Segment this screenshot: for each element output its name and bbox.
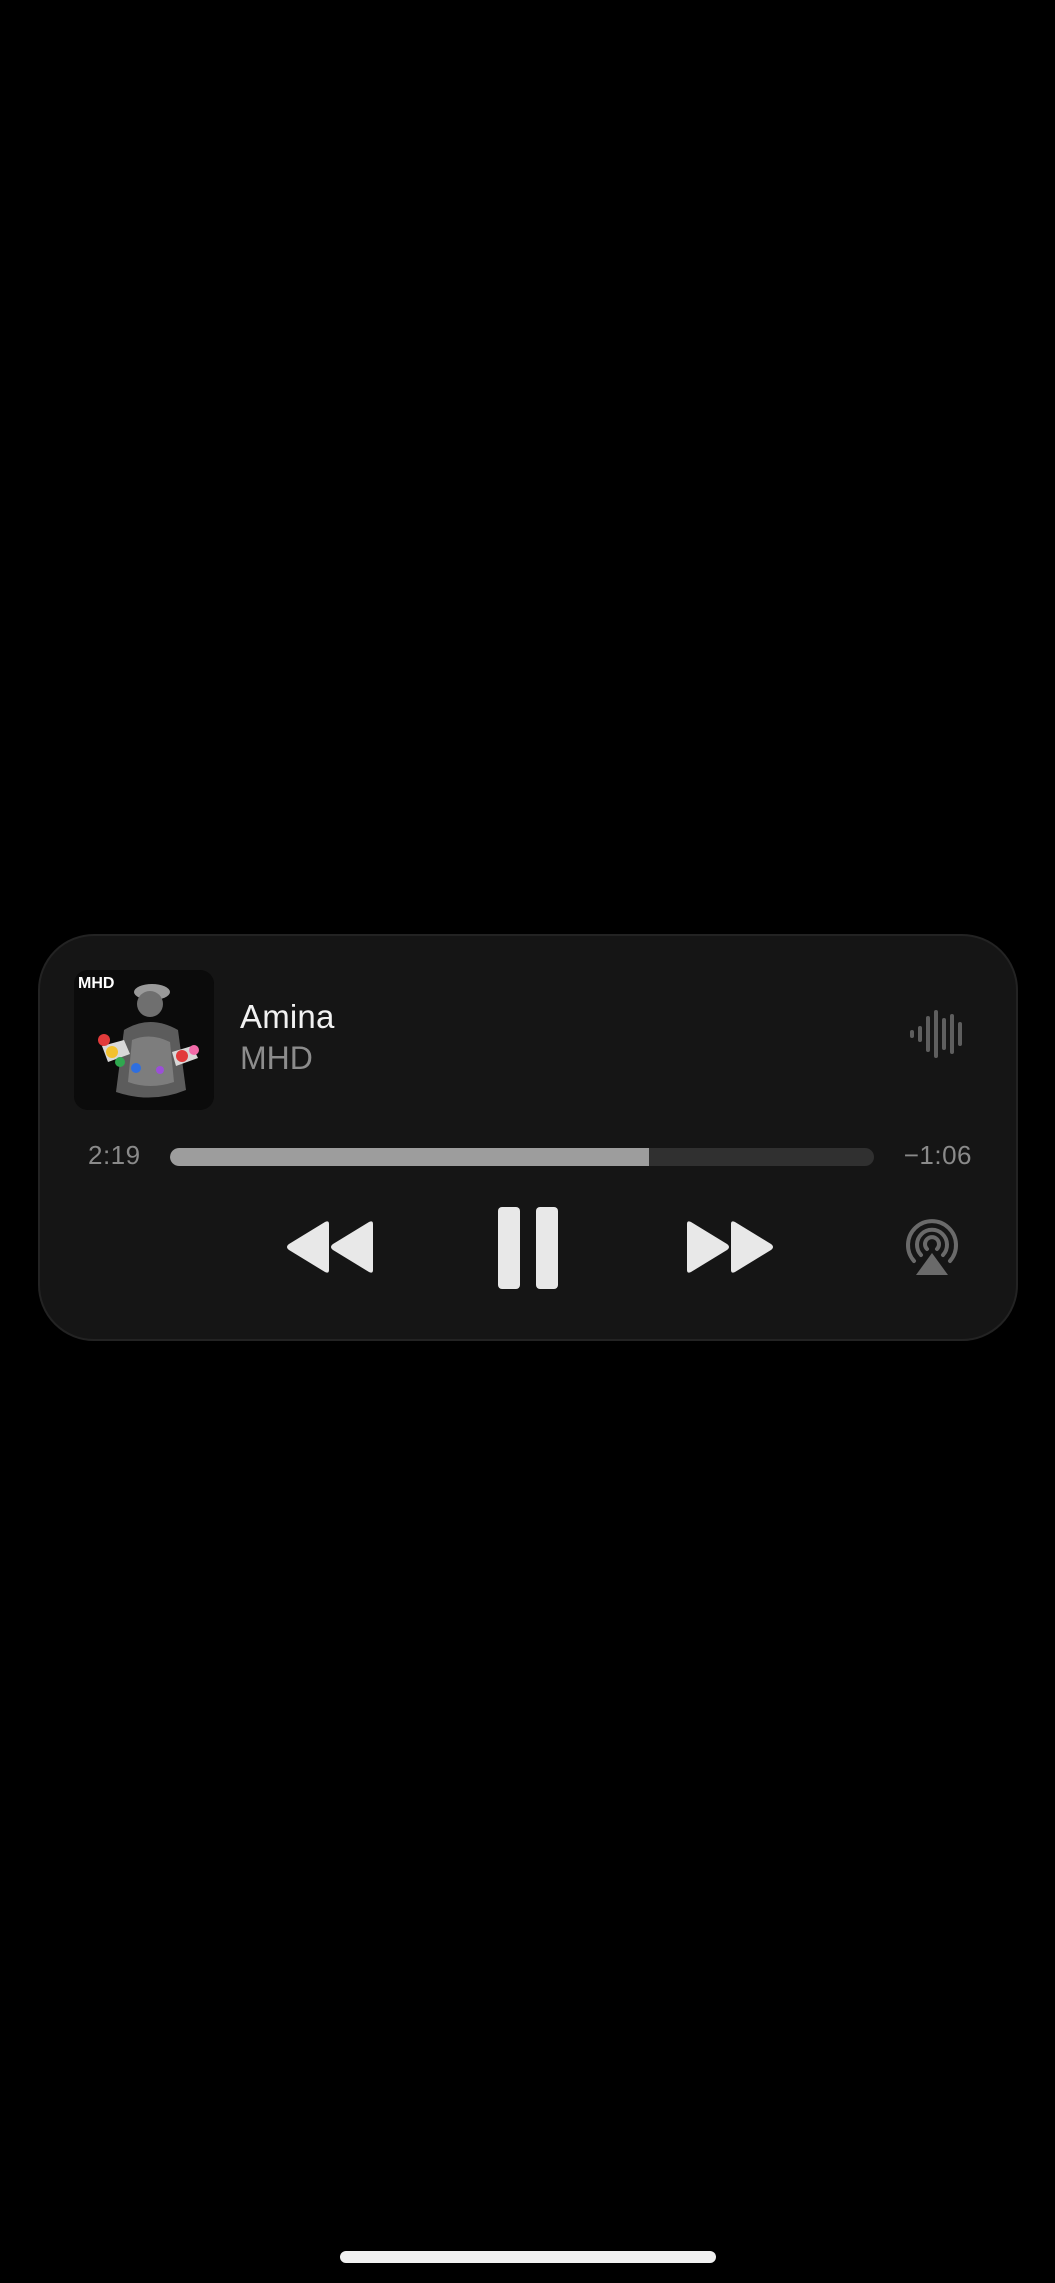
remaining-time: −1:06 — [903, 1140, 972, 1170]
song-title[interactable]: Amina — [240, 998, 335, 1036]
progress-fill — [170, 1148, 649, 1166]
pause-icon — [498, 1207, 558, 1289]
rewind-icon — [287, 1221, 373, 1273]
airplay-button[interactable] — [902, 1216, 962, 1278]
progress-scrubber[interactable] — [170, 1148, 874, 1166]
rewind-button[interactable] — [280, 1212, 380, 1282]
audio-waveform-icon — [908, 1008, 964, 1060]
home-indicator[interactable] — [340, 2251, 716, 2263]
album-artwork-image: MHD — [74, 970, 214, 1110]
pause-button[interactable] — [488, 1206, 568, 1290]
now-playing-card[interactable]: MHD Amina MHD 2:19 −1:06 — [38, 934, 1018, 1341]
album-artwork-label: MHD — [78, 975, 114, 992]
fast-forward-button[interactable] — [680, 1212, 780, 1282]
elapsed-time: 2:19 — [88, 1140, 141, 1170]
airplay-icon — [906, 1219, 958, 1275]
album-artwork[interactable]: MHD — [74, 970, 214, 1110]
song-artist[interactable]: MHD — [240, 1040, 313, 1077]
fast-forward-icon — [687, 1221, 773, 1273]
